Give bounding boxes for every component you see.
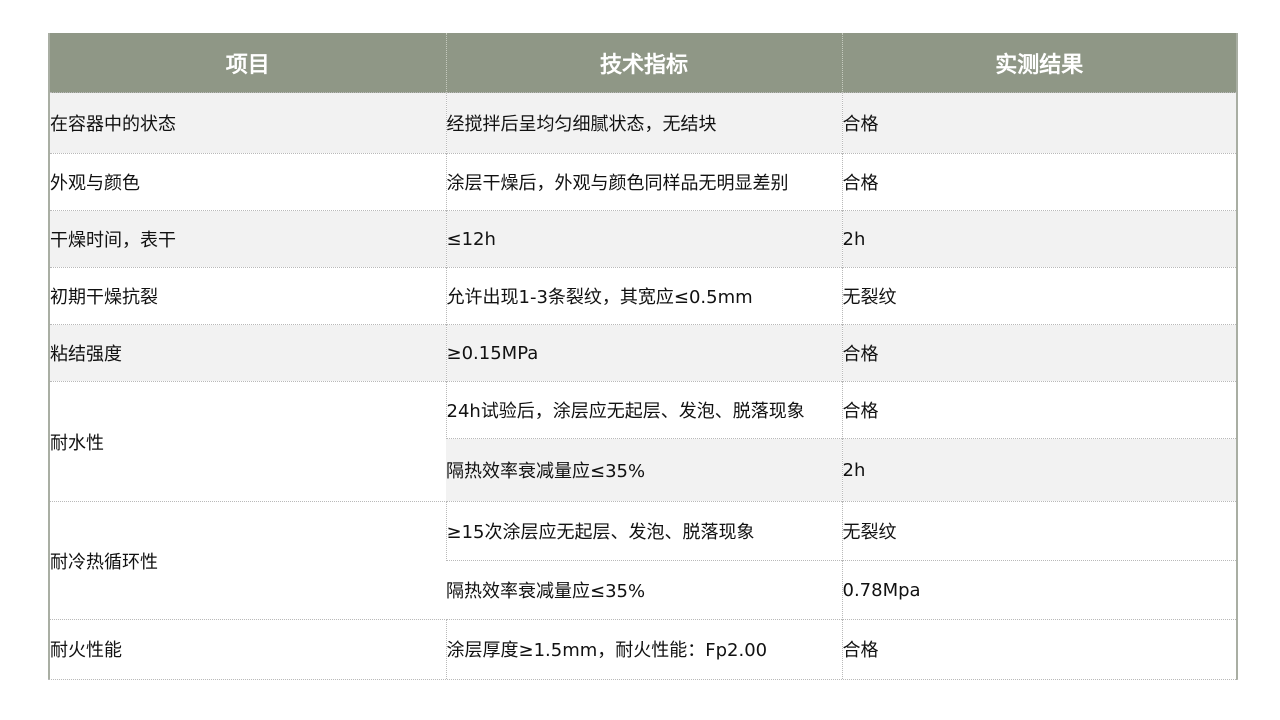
cell-item: 初期干燥抗裂 [50, 267, 446, 325]
cell-result: 0.78Mpa [841, 560, 1236, 620]
cell-spec: 24h试验后，涂层应无起层、发泡、脱落现象 [445, 381, 842, 439]
table-bottom-border [48, 679, 1238, 680]
cell-spec: 允许出现1-3条裂纹，其宽应≤0.5mm [445, 267, 842, 325]
spec-table: 项目 技术指标 实测结果 在容器中的状态 经搅拌后呈均匀细腻状态，无结块 合格 … [50, 33, 1236, 679]
cell-result: 2h [841, 210, 1236, 268]
cell-item: 在容器中的状态 [50, 92, 446, 154]
cell-result: 无裂纹 [841, 267, 1236, 325]
cell-item: 粘结强度 [50, 324, 446, 382]
table-row: 粘结强度 ≥0.15MPa 合格 [50, 324, 1236, 382]
cell-spec: ≤12h [445, 210, 842, 268]
spec-table-sheet: 项目 技术指标 实测结果 在容器中的状态 经搅拌后呈均匀细腻状态，无结块 合格 … [48, 33, 1238, 680]
cell-result: 合格 [841, 381, 1236, 439]
cell-result: 无裂纹 [841, 501, 1236, 561]
header-result: 实测结果 [841, 33, 1236, 93]
table-row: 耐火性能 涂层厚度≥1.5mm，耐火性能：Fp2.00 合格 [50, 619, 1236, 679]
table-row: 耐水性 24h试验后，涂层应无起层、发泡、脱落现象 合格 [50, 381, 1236, 502]
cell-item: 耐火性能 [50, 619, 446, 679]
cell-spec: 经搅拌后呈均匀细腻状态，无结块 [445, 92, 842, 154]
cell-item-merged: 耐水性 [50, 381, 446, 502]
cell-spec: ≥15次涂层应无起层、发泡、脱落现象 [445, 501, 842, 561]
cell-spec: 隔热效率衰减量应≤35% [446, 560, 842, 620]
table-row: 外观与颜色 涂层干燥后，外观与颜色同样品无明显差别 合格 [50, 153, 1236, 211]
cell-result: 合格 [841, 324, 1236, 382]
cell-item: 外观与颜色 [50, 153, 446, 211]
cell-item: 干燥时间，表干 [50, 210, 446, 268]
cell-spec: 涂层厚度≥1.5mm，耐火性能：Fp2.00 [445, 619, 842, 679]
cell-item-merged: 耐冷热循环性 [50, 501, 446, 620]
header-item: 项目 [50, 33, 446, 93]
cell-spec: 涂层干燥后，外观与颜色同样品无明显差别 [445, 153, 842, 211]
header-spec: 技术指标 [445, 33, 842, 93]
cell-result: 合格 [841, 153, 1236, 211]
table-row: 干燥时间，表干 ≤12h 2h [50, 210, 1236, 268]
table-row: 初期干燥抗裂 允许出现1-3条裂纹，其宽应≤0.5mm 无裂纹 [50, 267, 1236, 325]
cell-spec: 隔热效率衰减量应≤35% [446, 438, 842, 502]
table-row: 在容器中的状态 经搅拌后呈均匀细腻状态，无结块 合格 [50, 92, 1236, 154]
cell-spec: ≥0.15MPa [445, 324, 842, 382]
cell-result: 合格 [841, 92, 1236, 154]
table-header-row: 项目 技术指标 实测结果 [50, 33, 1236, 93]
table-row: 耐冷热循环性 ≥15次涂层应无起层、发泡、脱落现象 无裂纹 [50, 501, 1236, 620]
cell-result: 2h [841, 438, 1236, 502]
cell-result: 合格 [841, 619, 1236, 679]
